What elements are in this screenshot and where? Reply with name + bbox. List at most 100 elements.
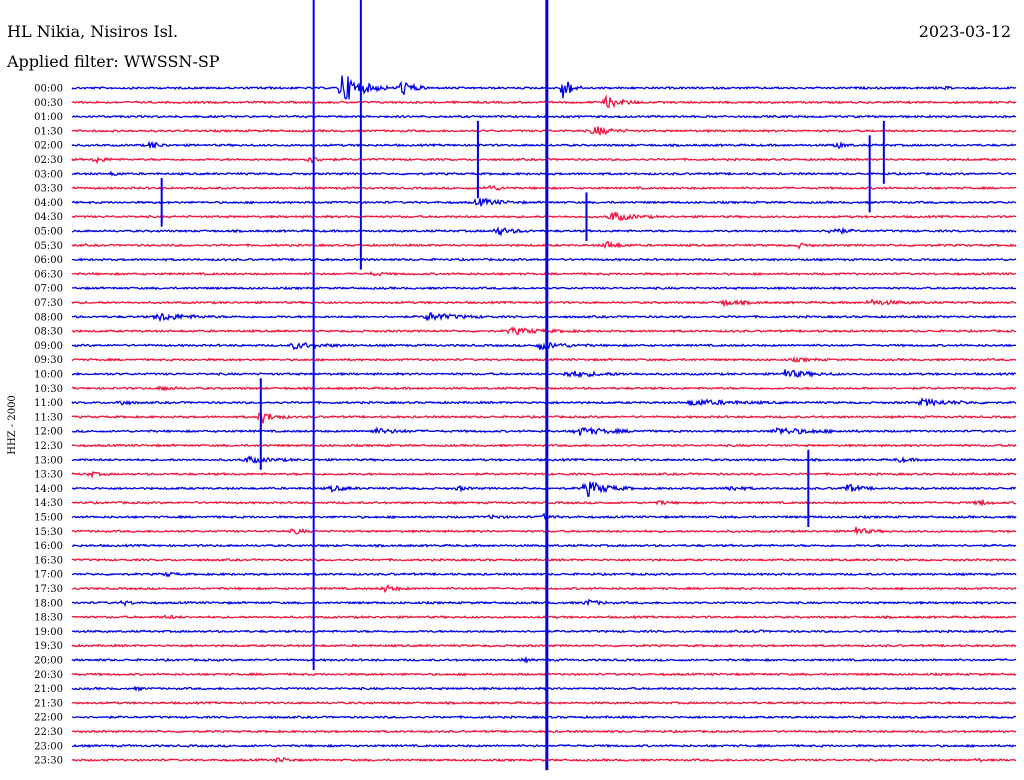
- trace-lines: [71, 0, 1017, 771]
- trace-0230: [71, 156, 1017, 165]
- time-tick-label: 15:30: [34, 527, 63, 538]
- time-tick-label: 19:30: [34, 641, 63, 652]
- trace-1300: [71, 455, 1017, 464]
- time-tick-label: 09:00: [34, 341, 63, 352]
- time-tick-label: 16:30: [34, 555, 63, 566]
- trace-1500: [71, 512, 1017, 521]
- time-tick-label: 12:30: [34, 441, 63, 452]
- trace-1900: [71, 629, 1017, 634]
- trace-1430: [71, 498, 1017, 507]
- trace-0300: [71, 170, 1017, 177]
- time-tick-label: 05:00: [34, 227, 63, 238]
- time-tick-label: 14:30: [34, 498, 63, 509]
- trace-0730: [71, 298, 1017, 308]
- time-tick-label: 00:00: [34, 84, 63, 95]
- time-tick-label: 01:30: [34, 126, 63, 137]
- time-tick-label: 23:30: [34, 756, 63, 767]
- trace-2330: [71, 756, 1017, 764]
- time-tick-label: 17:00: [34, 570, 63, 581]
- time-tick-label: 22:30: [34, 727, 63, 738]
- time-tick-label: 11:00: [34, 398, 63, 409]
- time-tick-label: 04:30: [34, 212, 63, 223]
- trace-1530: [71, 526, 1017, 536]
- time-tick-label: 19:00: [34, 627, 63, 638]
- time-tick-label: 16:00: [34, 541, 63, 552]
- trace-0000: [71, 75, 1017, 100]
- seismogram-plot: 00:00 00:30 01:00 01:30 02:00 02:30 03:00 03:30…: [7, 0, 1017, 771]
- time-tick-label: 00:30: [34, 98, 63, 109]
- trace-1130: [71, 410, 1017, 424]
- trace-1830: [71, 614, 1017, 620]
- time-tick-label: 06:00: [34, 255, 63, 266]
- time-tick-label: 15:00: [34, 513, 63, 524]
- trace-0830: [71, 326, 1017, 336]
- trace-1400: [71, 481, 1017, 498]
- trace-2030: [71, 671, 1017, 677]
- trace-0100: [71, 114, 1017, 119]
- time-tick-label: 20:30: [34, 670, 63, 681]
- time-tick-label: 04:00: [34, 198, 63, 209]
- trace-0500: [71, 226, 1017, 237]
- time-tick-label: 13:30: [34, 470, 63, 481]
- trace-0430: [71, 211, 1017, 222]
- trace-0600: [71, 257, 1017, 262]
- time-tick-label: 08:30: [34, 327, 63, 338]
- time-tick-label: 10:00: [34, 370, 63, 381]
- trace-1200: [71, 425, 1017, 436]
- trace-1030: [71, 385, 1017, 392]
- time-tick-label: 14:00: [34, 484, 63, 495]
- time-tick-label: 23:00: [34, 741, 63, 752]
- time-tick-label: 01:00: [34, 112, 63, 123]
- time-tick-label: 20:00: [34, 656, 63, 667]
- trace-1600: [71, 543, 1017, 548]
- trace-2300: [72, 743, 1017, 749]
- time-tick-label: 11:30: [34, 412, 63, 423]
- trace-0700: [71, 285, 1017, 291]
- trace-1230: [71, 443, 1017, 448]
- trace-0130: [71, 126, 1017, 137]
- trace-2230: [71, 729, 1017, 734]
- trace-0800: [71, 311, 1017, 323]
- trace-2130: [71, 700, 1017, 706]
- trace-0530: [71, 240, 1017, 250]
- trace-1930: [71, 643, 1017, 648]
- trace-0400: [71, 197, 1017, 207]
- trace-1800: [71, 598, 1017, 608]
- time-tick-label: 10:30: [34, 384, 63, 395]
- trace-0030: [71, 94, 1017, 108]
- trace-1000: [71, 369, 1017, 379]
- trace-2000: [71, 655, 1017, 664]
- trace-0200: [71, 140, 1017, 150]
- time-tick-label: 17:30: [34, 584, 63, 595]
- y-axis-label: HHZ - 2000: [7, 395, 18, 455]
- time-tick-label: 07:00: [34, 284, 63, 295]
- time-tick-label: 06:30: [34, 269, 63, 280]
- trace-1700: [71, 571, 1017, 578]
- trace-0630: [71, 271, 1017, 277]
- time-tick-labels: 00:00 00:30 01:00 01:30 02:00 02:30 03:00 03:30…: [34, 84, 63, 767]
- time-tick-label: 21:30: [34, 698, 63, 709]
- trace-0330: [71, 185, 1017, 191]
- time-tick-label: 21:00: [34, 684, 63, 695]
- trace-1100: [71, 397, 1017, 407]
- time-tick-label: 07:30: [34, 298, 63, 309]
- time-tick-label: 18:00: [34, 598, 63, 609]
- time-tick-label: 08:00: [34, 312, 63, 323]
- trace-2200: [71, 714, 1017, 720]
- time-tick-label: 18:30: [34, 613, 63, 624]
- time-tick-label: 05:30: [34, 241, 63, 252]
- time-tick-label: 03:00: [34, 169, 63, 180]
- time-tick-label: 13:00: [34, 455, 63, 466]
- trace-0900: [71, 341, 1017, 351]
- trace-0930: [71, 356, 1017, 363]
- time-tick-label: 09:30: [34, 355, 63, 366]
- trace-1630: [71, 557, 1017, 563]
- time-tick-label: 22:00: [34, 713, 63, 724]
- trace-1330: [71, 471, 1017, 479]
- trace-1730: [71, 584, 1017, 594]
- time-tick-label: 03:30: [34, 184, 63, 195]
- time-tick-label: 12:00: [34, 427, 63, 438]
- time-tick-label: 02:00: [34, 141, 63, 152]
- trace-2100: [71, 685, 1017, 693]
- time-tick-label: 02:30: [34, 155, 63, 166]
